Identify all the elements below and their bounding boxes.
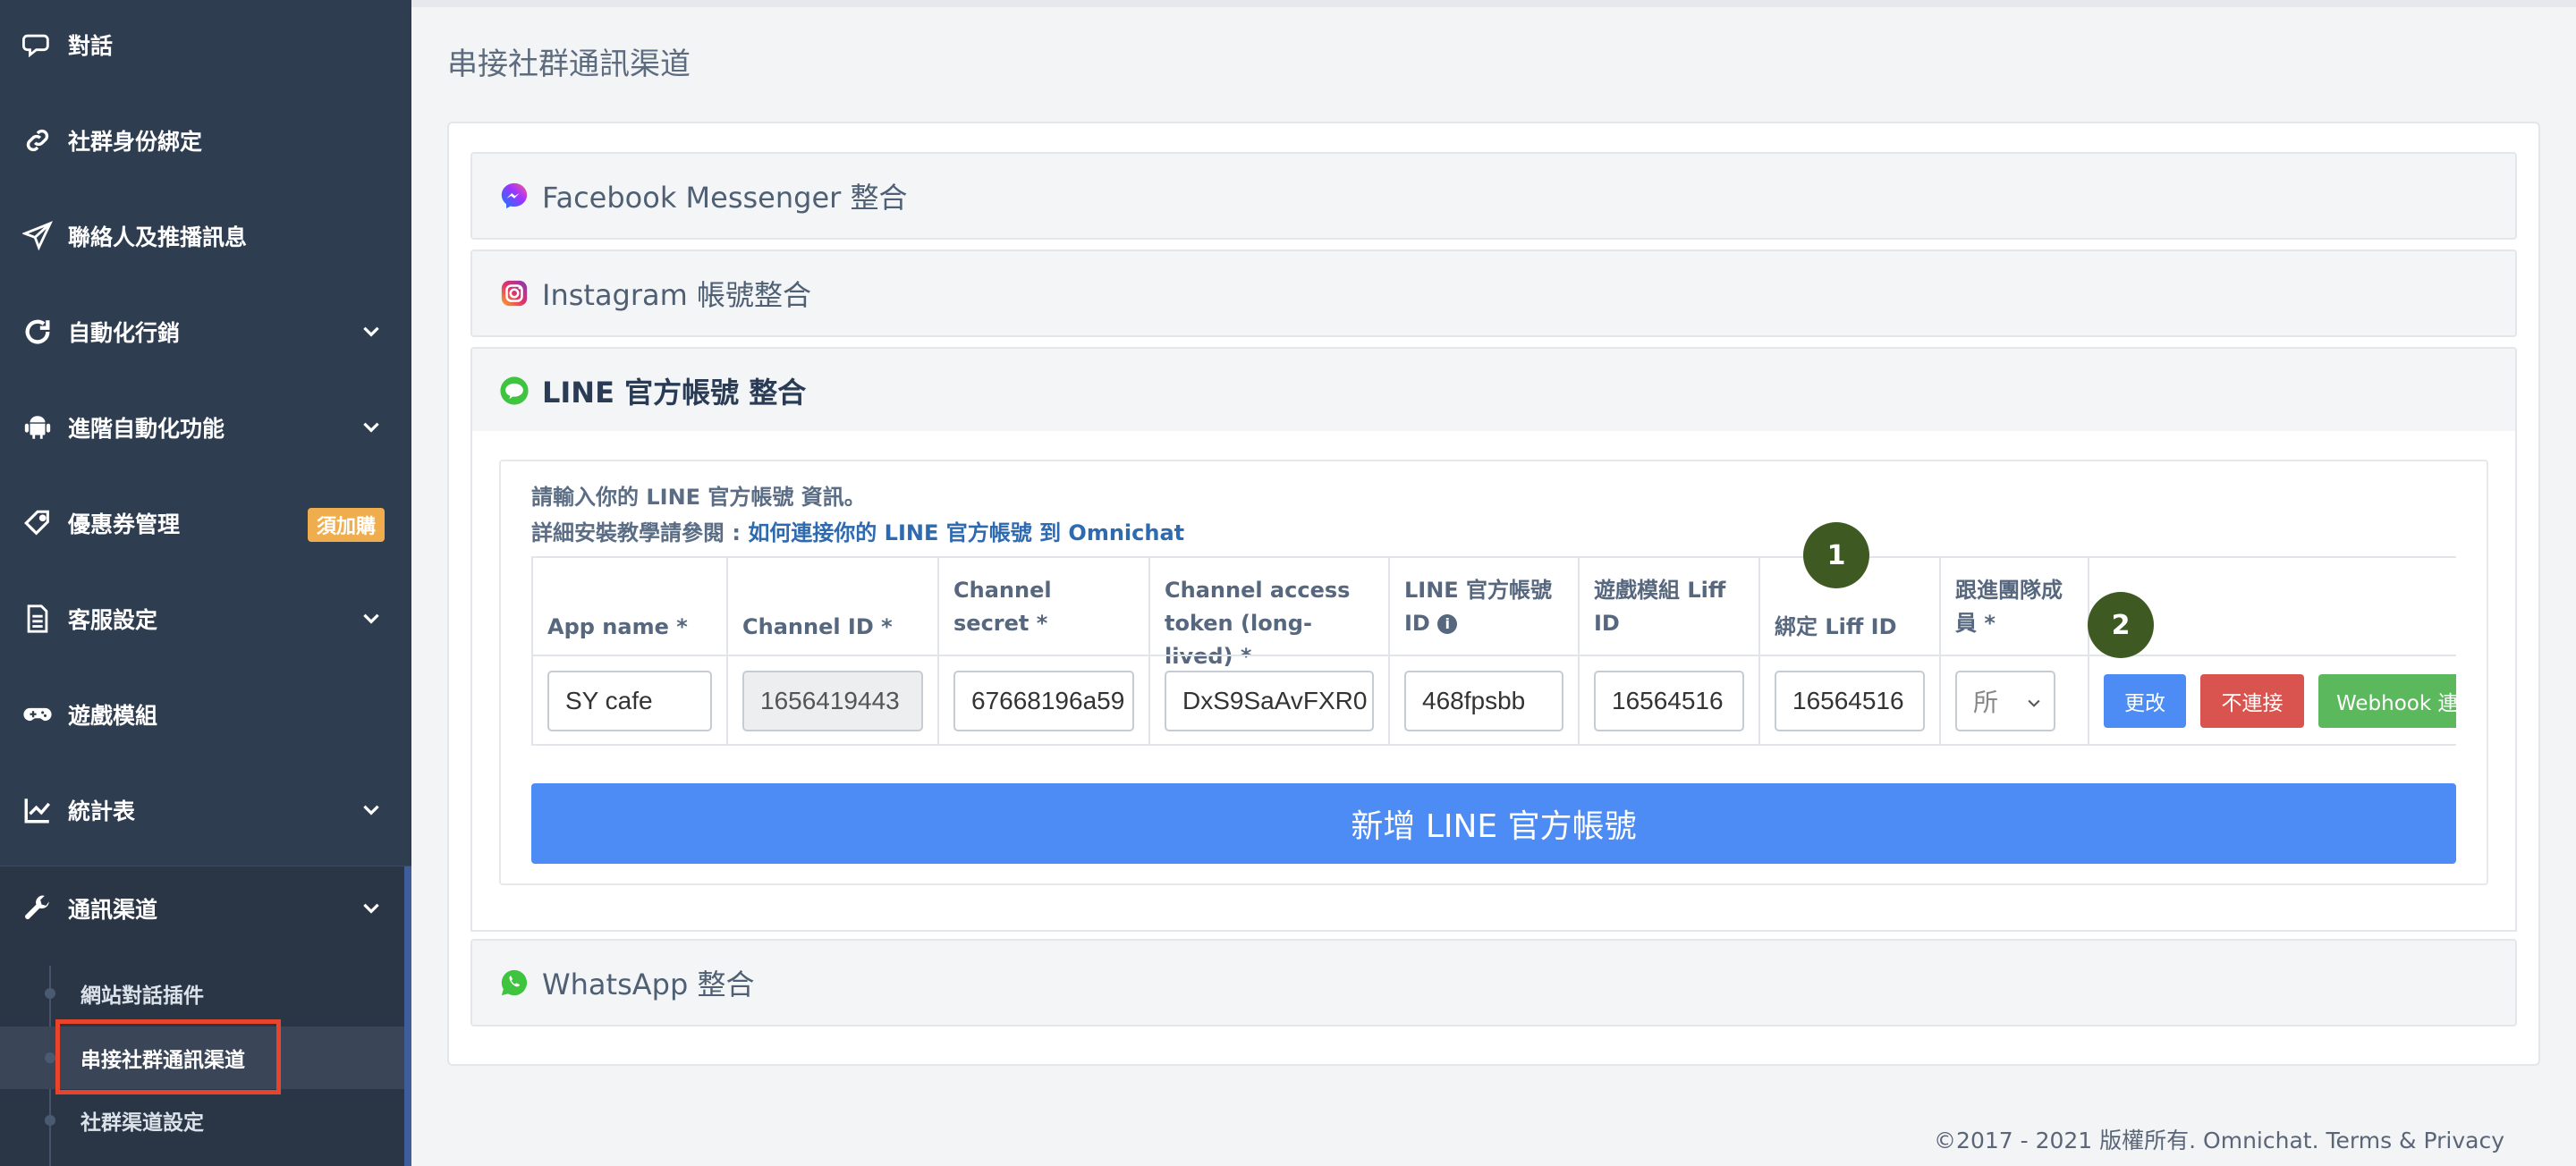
- sidebar-item-service-settings[interactable]: 客服設定: [0, 574, 411, 663]
- sidebar-subitem-website-widget[interactable]: 網站對話插件: [0, 962, 404, 1025]
- panel-title: WhatsApp 整合: [542, 967, 755, 1001]
- sidebar-item-label: 進階自動化功能: [68, 416, 225, 442]
- chat-icon: [20, 27, 55, 63]
- sidebar-item-label: 通訊渠道: [68, 897, 158, 923]
- info-icon[interactable]: i: [1437, 614, 1458, 634]
- line-chart-icon: [20, 792, 55, 828]
- sidebar-item-label: 社群身份綁定: [68, 129, 203, 155]
- table-cell-actions: 更改 不連接 Webhook 連結: [2088, 655, 2456, 746]
- channel-id-input: 1656419443: [742, 671, 923, 731]
- whatsapp-panel-header[interactable]: WhatsApp 整合: [470, 939, 2517, 1027]
- sidebar-item-statistics[interactable]: 統計表: [0, 765, 411, 855]
- sidebar-item-automation[interactable]: 自動化行銷: [0, 287, 411, 376]
- app-name-input[interactable]: SY cafe: [547, 671, 712, 731]
- webhook-link-button[interactable]: Webhook 連結: [2318, 674, 2456, 728]
- table-cell: SY cafe: [531, 655, 726, 746]
- sidebar-item-coupon-management[interactable]: 優惠券管理 須加購: [0, 478, 411, 568]
- instagram-icon: [501, 280, 528, 307]
- sidebar-item-label: 遊戲模組: [68, 703, 158, 729]
- team-member-select[interactable]: 所: [1955, 671, 2055, 731]
- sidebar-item-channels[interactable]: 通訊渠道: [0, 864, 411, 953]
- bullet-dot: [45, 988, 55, 999]
- gamepad-icon: [20, 697, 55, 732]
- sidebar-subitem-channel-settings[interactable]: 社群渠道設定: [0, 1089, 404, 1152]
- line-accounts-table: App name * Channel ID * Channel secret *…: [531, 556, 2456, 746]
- game-liff-input[interactable]: 16564516: [1594, 671, 1744, 731]
- chevron-down-icon: [363, 613, 379, 624]
- top-bar: [411, 0, 2576, 7]
- table-cell: 16564516: [1758, 655, 1939, 746]
- add-line-account-button[interactable]: 新增 LINE 官方帳號: [531, 783, 2456, 864]
- annotation-marker-2: 2: [2088, 592, 2154, 658]
- messenger-icon: [501, 182, 528, 209]
- sidebar-subitem-label: 社群渠道設定: [80, 1111, 204, 1135]
- team-member-value: 所: [1973, 689, 1999, 716]
- sidebar-item-contacts-broadcast[interactable]: 聯絡人及推播訊息: [0, 191, 411, 281]
- chevron-down-icon: [363, 805, 379, 815]
- panel-title: Instagram 帳號整合: [542, 278, 811, 312]
- intro-guide: 詳細安裝教學請參閱 : 如何連接你的 LINE 官方帳號 到 Omnichat: [531, 515, 1184, 551]
- document-icon: [20, 601, 55, 637]
- column-header-channel-secret: Channel secret *: [937, 556, 1148, 655]
- page-title: 串接社群通訊渠道: [447, 46, 691, 82]
- annotation-marker-1: 1: [1803, 522, 1869, 588]
- table-cell: DxS9SaAvFXR0: [1148, 655, 1388, 746]
- panel-title: Facebook Messenger 整合: [542, 181, 908, 215]
- chevron-down-icon: [2028, 699, 2040, 707]
- edit-button[interactable]: 更改: [2104, 674, 2186, 728]
- bullet-dot: [45, 1115, 55, 1126]
- instagram-panel-header[interactable]: Instagram 帳號整合: [470, 249, 2517, 337]
- sidebar-item-identity-binding[interactable]: 社群身份綁定: [0, 96, 411, 185]
- sidebar-item-label: 聯絡人及推播訊息: [68, 224, 248, 250]
- line-intro: 請輸入你的 LINE 官方帳號 資訊。 詳細安裝教學請參閱 : 如何連接你的 L…: [531, 479, 1184, 551]
- channel-secret-input[interactable]: 67668196a59: [953, 671, 1134, 731]
- sidebar-item-label: 自動化行銷: [68, 320, 181, 346]
- wrench-icon: [20, 891, 55, 926]
- footer-copyright: ©2017 - 2021 版權所有. Omnichat. Terms & Pri…: [1934, 1128, 2504, 1153]
- sidebar-item-label: 客服設定: [68, 607, 158, 633]
- column-header-access-token: Channel access token (long-lived) *: [1148, 556, 1388, 669]
- install-guide-link[interactable]: 如何連接你的 LINE 官方帳號 到 Omnichat: [748, 520, 1184, 545]
- official-id-input[interactable]: 468fpsbb: [1404, 671, 1563, 731]
- android-icon: [20, 410, 55, 445]
- facebook-messenger-panel-header[interactable]: Facebook Messenger 整合: [470, 152, 2517, 240]
- table-cell: 16564516: [1578, 655, 1758, 746]
- table-cell: 1656419443: [726, 655, 937, 746]
- chevron-down-icon: [363, 903, 379, 914]
- column-header-app-name: App name *: [531, 556, 726, 655]
- column-header-game-liff: 遊戲模組 Liff ID: [1578, 556, 1758, 655]
- sidebar-item-conversation[interactable]: 對話: [0, 0, 411, 89]
- table-cell: 所: [1939, 655, 2088, 746]
- sidebar-item-label: 優惠券管理: [68, 511, 181, 537]
- panel-title: LINE 官方帳號 整合: [542, 376, 807, 410]
- bullet-dot: [45, 1052, 55, 1063]
- add-on-badge: 須加購: [307, 508, 385, 542]
- intro-guide-prefix: 詳細安裝教學請參閱 :: [531, 520, 749, 545]
- bind-liff-input[interactable]: 16564516: [1775, 671, 1925, 731]
- link-icon: [20, 123, 55, 158]
- sidebar-subitem-label: 網站對話插件: [80, 984, 204, 1008]
- sidebar: 對話 社群身份綁定 聯絡人及推播訊息 自動化行銷 進階自動化功能 優惠券管理 須…: [0, 0, 411, 1166]
- tag-icon: [20, 505, 55, 541]
- line-panel-header[interactable]: LINE 官方帳號 整合: [470, 347, 2517, 435]
- table-cell: 67668196a59: [937, 655, 1148, 746]
- access-token-input[interactable]: DxS9SaAvFXR0: [1165, 671, 1374, 731]
- annotation-highlight-box: [55, 1019, 281, 1094]
- column-header-official-id: LINE 官方帳號 ID i: [1388, 556, 1578, 655]
- whatsapp-icon: [501, 969, 528, 996]
- line-icon: [500, 376, 529, 405]
- column-header-team-member: 跟進團隊成員 *: [1939, 556, 2088, 655]
- disconnect-button[interactable]: 不連接: [2200, 674, 2304, 728]
- sidebar-item-label: 對話: [68, 33, 114, 59]
- sidebar-item-advanced-automation[interactable]: 進階自動化功能: [0, 383, 411, 472]
- sidebar-item-label: 統計表: [68, 798, 136, 824]
- intro-text: 請輸入你的 LINE 官方帳號 資訊。: [531, 485, 866, 510]
- sidebar-item-game-module[interactable]: 遊戲模組: [0, 670, 411, 759]
- column-header-channel-id: Channel ID *: [726, 556, 937, 655]
- table-cell: 468fpsbb: [1388, 655, 1578, 746]
- chevron-down-icon: [363, 326, 379, 337]
- paper-plane-icon: [20, 218, 55, 254]
- refresh-icon: [20, 314, 55, 350]
- chevron-down-icon: [363, 422, 379, 433]
